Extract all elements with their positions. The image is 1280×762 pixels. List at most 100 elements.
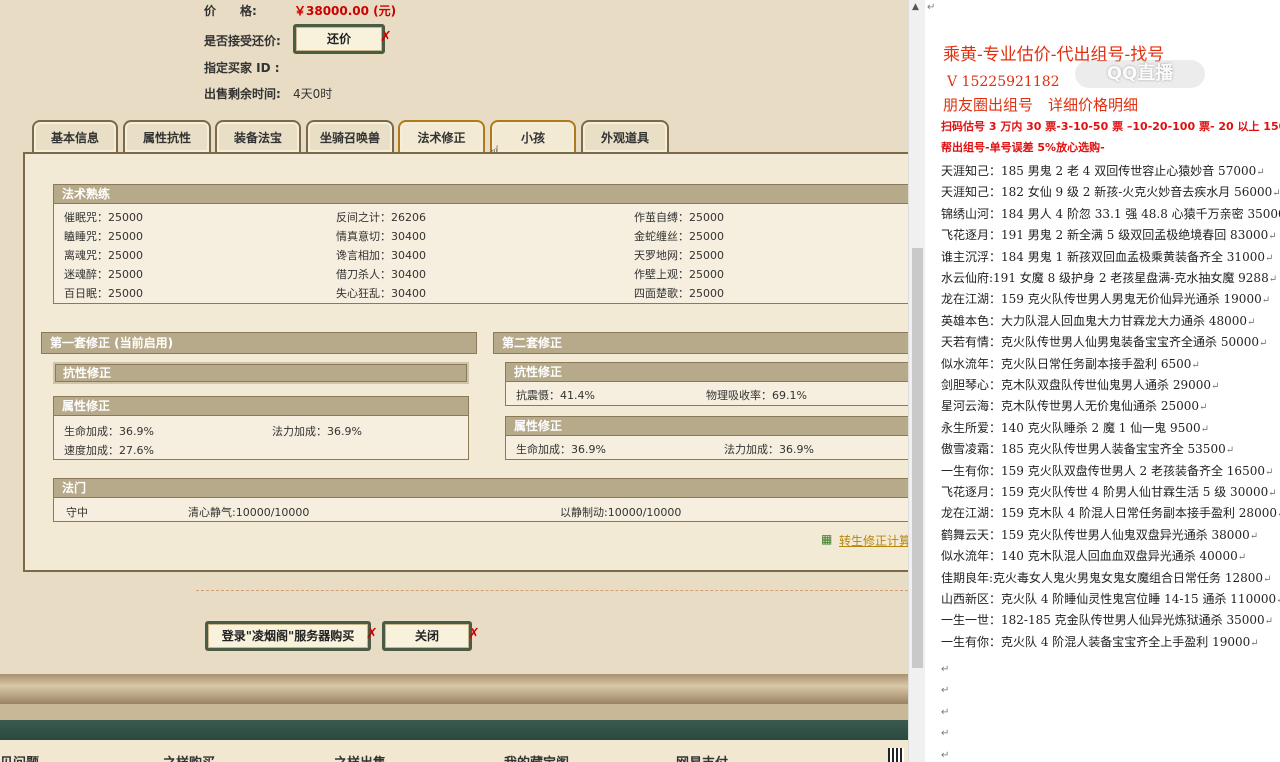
decor-band [0, 720, 908, 740]
close-x-icon: ✗ [366, 626, 378, 642]
tab-equipment[interactable]: 装备法宝 [215, 120, 301, 152]
login-buy-button[interactable]: 登录"凌烟阁"服务器购买 [205, 621, 371, 651]
listing-line: 天涯知己：185 男鬼 2 老 4 双回传世容止心猿妙音 57000↵ [941, 162, 1265, 179]
spell-skill-cell: 四面楚歌：25000 [634, 287, 724, 300]
close-x-icon: ✗ [468, 626, 480, 642]
listing-text: 英雄本色：大力队混人回血鬼大力甘霖龙大力通杀 48000 [941, 313, 1247, 328]
return-mark-icon: ↵ [1249, 530, 1259, 542]
spell-skill-cell: 作茧自缚：25000 [634, 211, 724, 224]
listing-line: 鹤舞云天：159 克火队传世男人仙鬼双盘异光通杀 38000↵ [941, 526, 1258, 543]
return-mark-icon: ↵ [941, 706, 950, 718]
tab-spell-mod[interactable]: 法术修正 [398, 120, 485, 152]
decor-band [0, 674, 908, 704]
rebirth-calc-link[interactable]: 转生修正计算 [839, 532, 908, 549]
spell-skill-cell: 作壁上观：25000 [634, 268, 724, 281]
listing-line: 傲雪凌霜：185 克火队传世男人装备宝宝齐全 53500↵ [941, 440, 1234, 457]
price-value: ￥38000.00 (元) [294, 4, 397, 18]
listing-text: 飞花逐月：191 男鬼 2 新全满 5 级双回孟极绝境春回 83000 [941, 228, 1269, 243]
tab-appearance[interactable]: 外观道具 [581, 120, 669, 152]
content-panel: 法术熟练 催眠咒：25000 反间之计：26206 作茧自缚：25000 瞌睡咒：25… [23, 152, 908, 572]
listing-text: 一生有你：159 克火队双盘传世男人 2 老孩装备齐全 16500 [941, 463, 1265, 478]
listing-text: 似水流年：140 克木队混人回血血双盘异光通杀 40000 [941, 549, 1238, 564]
return-mark-icon: ↵ [941, 749, 950, 761]
listing-line: 飞花逐月：191 男鬼 2 新全满 5 级双回孟极绝境春回 83000↵ [941, 226, 1277, 243]
tab-child[interactable]: 小孩 [490, 120, 576, 152]
footer-how-sell[interactable]: 之样出售 [334, 752, 386, 762]
famen-item-2: 清心静气:10000/10000 [188, 506, 310, 519]
return-mark-icon: ↵ [1264, 466, 1274, 478]
listing-line: 佳期良年:克火毒女人鬼火男鬼女鬼女魔组合日常任务 12800↵ [941, 569, 1271, 586]
listing-line: 剑胆琴心：克木队双盘队传世仙鬼男人通杀 29000↵ [941, 376, 1219, 393]
scroll-up-arrow-icon[interactable]: ▲ [912, 2, 919, 12]
spell-skill-cell: 反间之计：26206 [336, 211, 426, 224]
return-mark-icon: ↵ [1264, 252, 1274, 264]
listing-text: 谁主沉浮：184 男鬼 1 新孩双回血孟极乘黄装备齐全 31000 [941, 249, 1265, 264]
price-label: 价 格: [204, 4, 257, 18]
tab-attributes[interactable]: 属性抗性 [123, 120, 211, 152]
set2-attr-box: 属性修正 生命加成：36.9% 法力加成：36.9% [505, 416, 908, 460]
listing-line: 龙在江湖：159 克火队传世男人男鬼无价仙异光通杀 19000↵ [941, 290, 1270, 307]
return-mark-icon: ↵ [1263, 573, 1272, 585]
return-mark-icon: ↵ [941, 685, 950, 697]
famen-title: 法门 [54, 479, 908, 498]
return-mark-icon: ↵ [1268, 231, 1277, 243]
listing-line: 锦绣山河：184 男人 4 阶忽 33.1 强 48.8 心猿千万亲密 3500… [941, 205, 1280, 222]
listing-text: 飞花逐月：159 克火队传世 4 阶男人仙甘霖生活 5 级 30000 [941, 485, 1269, 499]
listing-line: 飞花逐月：159 克火队传世 4 阶男人仙甘霖生活 5 级 30000↵ [941, 483, 1277, 500]
return-mark-icon: ↵ [1199, 402, 1208, 414]
counter-offer-label: 是否接受还价: [204, 34, 281, 48]
spell-skills-title: 法术熟练 [54, 185, 908, 204]
live-watermark: QQ直播 [1075, 60, 1205, 88]
return-mark-icon: ↵ [1259, 338, 1268, 350]
listing-text: 天涯知己：182 女仙 9 级 2 新孩-火克火妙音去疾水月 56000 [941, 185, 1273, 200]
return-mark-icon: ↵ [1191, 359, 1200, 371]
return-mark-icon: ↵ [1211, 381, 1220, 392]
trade-page: 价 格: ￥38000.00 (元) 是否接受还价: 还价 ✗ 指定买家 ID … [0, 0, 908, 762]
footer-netease-pay[interactable]: 网易支付 [676, 752, 728, 762]
return-mark-icon: ↵ [1268, 488, 1277, 499]
listing-line: 水云仙府:191 女魔 8 级护身 2 老孩星盘满-克水抽女魔 9288↵ [941, 269, 1277, 286]
listing-line: 一生有你：159 克火队双盘传世男人 2 老孩装备齐全 16500↵ [941, 462, 1273, 479]
ad-pricing: 扫码估号 3 万内 30 票-3-10-50 票 –10-20-100 票- 2… [941, 120, 1280, 133]
footer-how-buy[interactable]: 之样购买 [163, 752, 215, 762]
counter-offer-button[interactable]: 还价 [293, 24, 385, 54]
footer-faq[interactable]: 见问题 [0, 752, 39, 762]
spell-skill-cell: 情真意切：30400 [336, 230, 426, 243]
listing-text: 一生一世：182-185 克金队传世男人仙异光炼狱通杀 35000 [941, 613, 1265, 628]
return-mark-icon: ↵ [1256, 167, 1265, 178]
listing-line: 永生所爱：140 克火队睡杀 2 魔 1 仙一鬼 9500↵ [941, 419, 1209, 436]
listing-line: 谁主沉浮：184 男鬼 1 新孩双回血孟极乘黄装备齐全 31000↵ [941, 248, 1273, 265]
listing-text: 天若有情：克火队传世男人仙男鬼装备宝宝齐全通杀 50000 [941, 335, 1259, 350]
time-left-value: 4天0时 [293, 87, 333, 101]
spell-skill-cell: 天罗地网：25000 [634, 249, 724, 262]
return-mark-icon: ↵ [1237, 552, 1247, 564]
time-left-label: 出售剩余时间: [204, 87, 281, 101]
footer-my-treasure[interactable]: 我的藏宝阁 [504, 752, 569, 762]
spell-skill-cell: 失心狂乱：30400 [336, 287, 426, 300]
set2-title: 第二套修正 [493, 332, 908, 354]
listing-text: 佳期良年:克火毒女人鬼火男鬼女鬼女魔组合日常任务 12800 [941, 570, 1264, 585]
buyer-id-label: 指定买家 ID : [204, 61, 280, 75]
listing-text: 山西新区：克火队 4 阶睡仙灵性鬼宫位睡 14-15 通杀 110000 [941, 592, 1277, 606]
spell-skill-cell: 借刀杀人：30400 [336, 268, 426, 281]
tab-basic-info[interactable]: 基本信息 [32, 120, 118, 152]
spell-skill-cell: 瞌睡咒：25000 [64, 230, 143, 243]
footer-nav: 见问题 之样购买 之样出售 我的藏宝阁 网易支付 [0, 740, 908, 762]
tab-mount-summon[interactable]: 坐骑召唤兽 [306, 120, 394, 152]
spell-skill-cell: 催眠咒：25000 [64, 211, 143, 224]
calculator-icon: ▦ [821, 532, 833, 546]
set1-attr-title: 属性修正 [54, 397, 468, 416]
ad-line3: 朋友圈出组号 详细价格明细 [943, 96, 1139, 114]
set2-phys-absorb: 物理吸收率：69.1% [706, 389, 807, 402]
close-button[interactable]: 关闭 [382, 621, 472, 651]
return-mark-icon: ↵ [1250, 637, 1259, 649]
divider [196, 590, 908, 591]
return-mark-icon: ↵ [1272, 188, 1280, 200]
set2-mp: 法力加成：36.9% [724, 443, 814, 456]
set1-speed: 速度加成：27.6% [64, 444, 154, 457]
listing-line: 似水流年：克火队日常任务副本接手盈利 6500↵ [941, 355, 1200, 372]
scrollbar-thumb[interactable] [912, 248, 923, 668]
ad-guarantee: 帮出组号-单号误差 5%放心选购- [941, 141, 1105, 154]
vertical-scrollbar[interactable]: ▲ [908, 0, 926, 762]
listing-text: 傲雪凌霜：185 克火队传世男人装备宝宝齐全 53500 [941, 442, 1226, 457]
